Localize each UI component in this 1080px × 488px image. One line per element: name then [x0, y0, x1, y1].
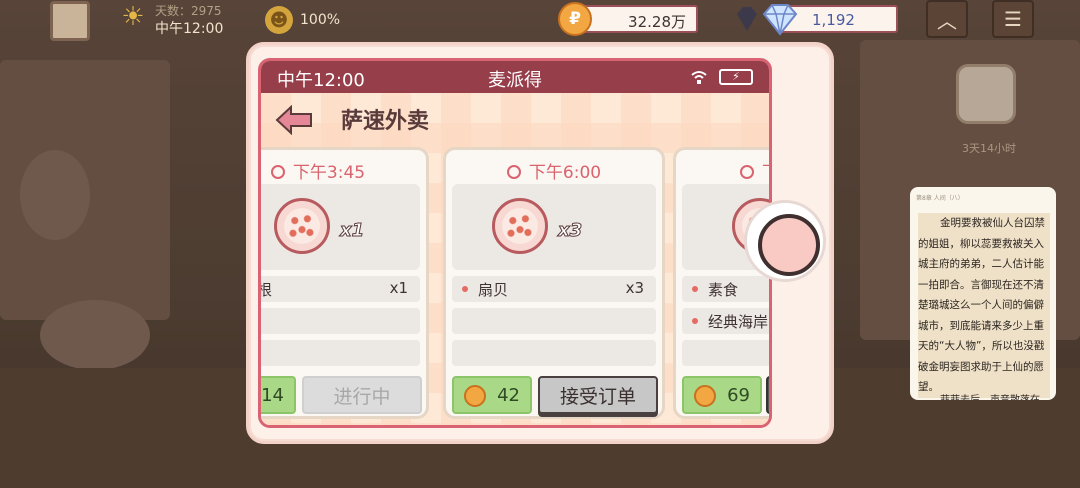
coin-icon — [464, 385, 486, 407]
day-counter: 天数：2975 — [155, 4, 222, 18]
pizza-icon — [274, 198, 330, 254]
order-item: 扇贝 x3 — [452, 276, 656, 302]
collapse-button[interactable]: ︿ — [926, 0, 968, 38]
in-progress-button: 进行中 — [302, 376, 422, 414]
mood-percent: 100% — [300, 12, 341, 28]
order-time: 下午3:45 — [261, 158, 426, 183]
back-arrow-icon[interactable] — [275, 105, 315, 135]
item-name: 素食 — [708, 281, 739, 299]
coin-counter[interactable]: 32.28万 — [578, 5, 698, 33]
order-item: 培根 x1 — [258, 276, 420, 302]
gem-shadow-icon — [737, 7, 757, 31]
clock-icon — [740, 165, 754, 179]
order-item: 经典海岸 — [682, 308, 769, 334]
reader-text: 金明要救被仙人台囚禁的姐姐，柳以蕊要救被关入城主府的弟弟，二人估计能一拍即合。言… — [918, 213, 1050, 398]
item-qty: x1 — [389, 279, 408, 297]
dish-area: x1 — [261, 184, 420, 270]
phone-status-bar: 中午12:00 麦派得 ⚡ — [261, 61, 769, 93]
order-card[interactable]: 下午 素食 经典海岸 69 — [673, 147, 769, 419]
empty-item-slot — [261, 308, 420, 334]
hamburger-icon: ☰ — [1004, 7, 1022, 31]
reward-value: 14 — [261, 385, 284, 406]
avatar[interactable] — [50, 1, 90, 41]
dish-quantity: x1 — [339, 220, 365, 242]
game-clock: 中午12:00 — [155, 21, 224, 37]
chevron-up-icon: ︿ — [937, 8, 957, 33]
empty-item-slot — [261, 340, 420, 366]
order-card[interactable]: 下午3:45 x1 培根 x1 14 进行中 — [258, 147, 429, 419]
coin-icon — [694, 385, 716, 407]
order-item: 素食 — [682, 276, 769, 302]
item-name: 扇贝 — [478, 281, 509, 299]
clock-icon — [506, 165, 521, 179]
order-time: 下午 — [740, 158, 769, 183]
reward-value: 69 — [727, 385, 750, 406]
empty-item-slot — [452, 340, 656, 366]
accept-order-button[interactable]: 接受订单 — [538, 376, 658, 414]
reader-overlay[interactable]: 第8章 人间（八） 金明要救被仙人台囚禁的姐姐，柳以蕊要救被关入城主府的弟弟，二… — [910, 187, 1056, 400]
reader-header: 第8章 人间（八） — [916, 195, 964, 201]
reward-badge: 42 — [452, 376, 532, 414]
smile-icon: ☻ — [265, 6, 293, 34]
coin-icon: ₽ — [558, 2, 592, 36]
coin-value: 32.28万 — [628, 13, 686, 31]
menu-button[interactable]: ☰ — [992, 0, 1034, 38]
sun-icon: ☀ — [121, 2, 145, 32]
gem-value: 1,192 — [812, 11, 855, 29]
reward-badge: 14 — [261, 376, 296, 414]
reward-value: 42 — [497, 385, 520, 406]
order-card[interactable]: 下午6:00 x3 扇贝 x3 42 接受订单 — [443, 147, 665, 419]
dish-quantity: x3 — [557, 220, 583, 242]
phone-home-button[interactable] — [744, 200, 826, 282]
battery-icon: ⚡ — [719, 69, 753, 85]
phone-screen: 中午12:00 麦派得 ⚡ 萨速外卖 下午3:45 x1 培根 x1 14 — [258, 58, 772, 428]
action-button[interactable] — [766, 376, 769, 414]
item-name: 经典海岸 — [708, 313, 769, 331]
order-time: 下午6:00 — [446, 158, 662, 183]
empty-item-slot — [452, 308, 656, 334]
empty-item-slot — [682, 340, 769, 366]
reader-next-line: 菲菲去后，声音散落在 — [940, 391, 1040, 400]
dish-area: x3 — [452, 184, 656, 270]
wifi-icon — [691, 71, 707, 84]
item-name: 培根 — [258, 281, 273, 299]
app-title: 萨速外卖 — [341, 109, 430, 134]
reward-badge: 69 — [682, 376, 762, 414]
shop-timer: 3天14小时 — [962, 142, 1016, 155]
clock-icon — [270, 165, 285, 179]
item-qty: x3 — [625, 279, 644, 297]
pizza-icon — [492, 198, 548, 254]
diamond-icon — [762, 4, 798, 36]
